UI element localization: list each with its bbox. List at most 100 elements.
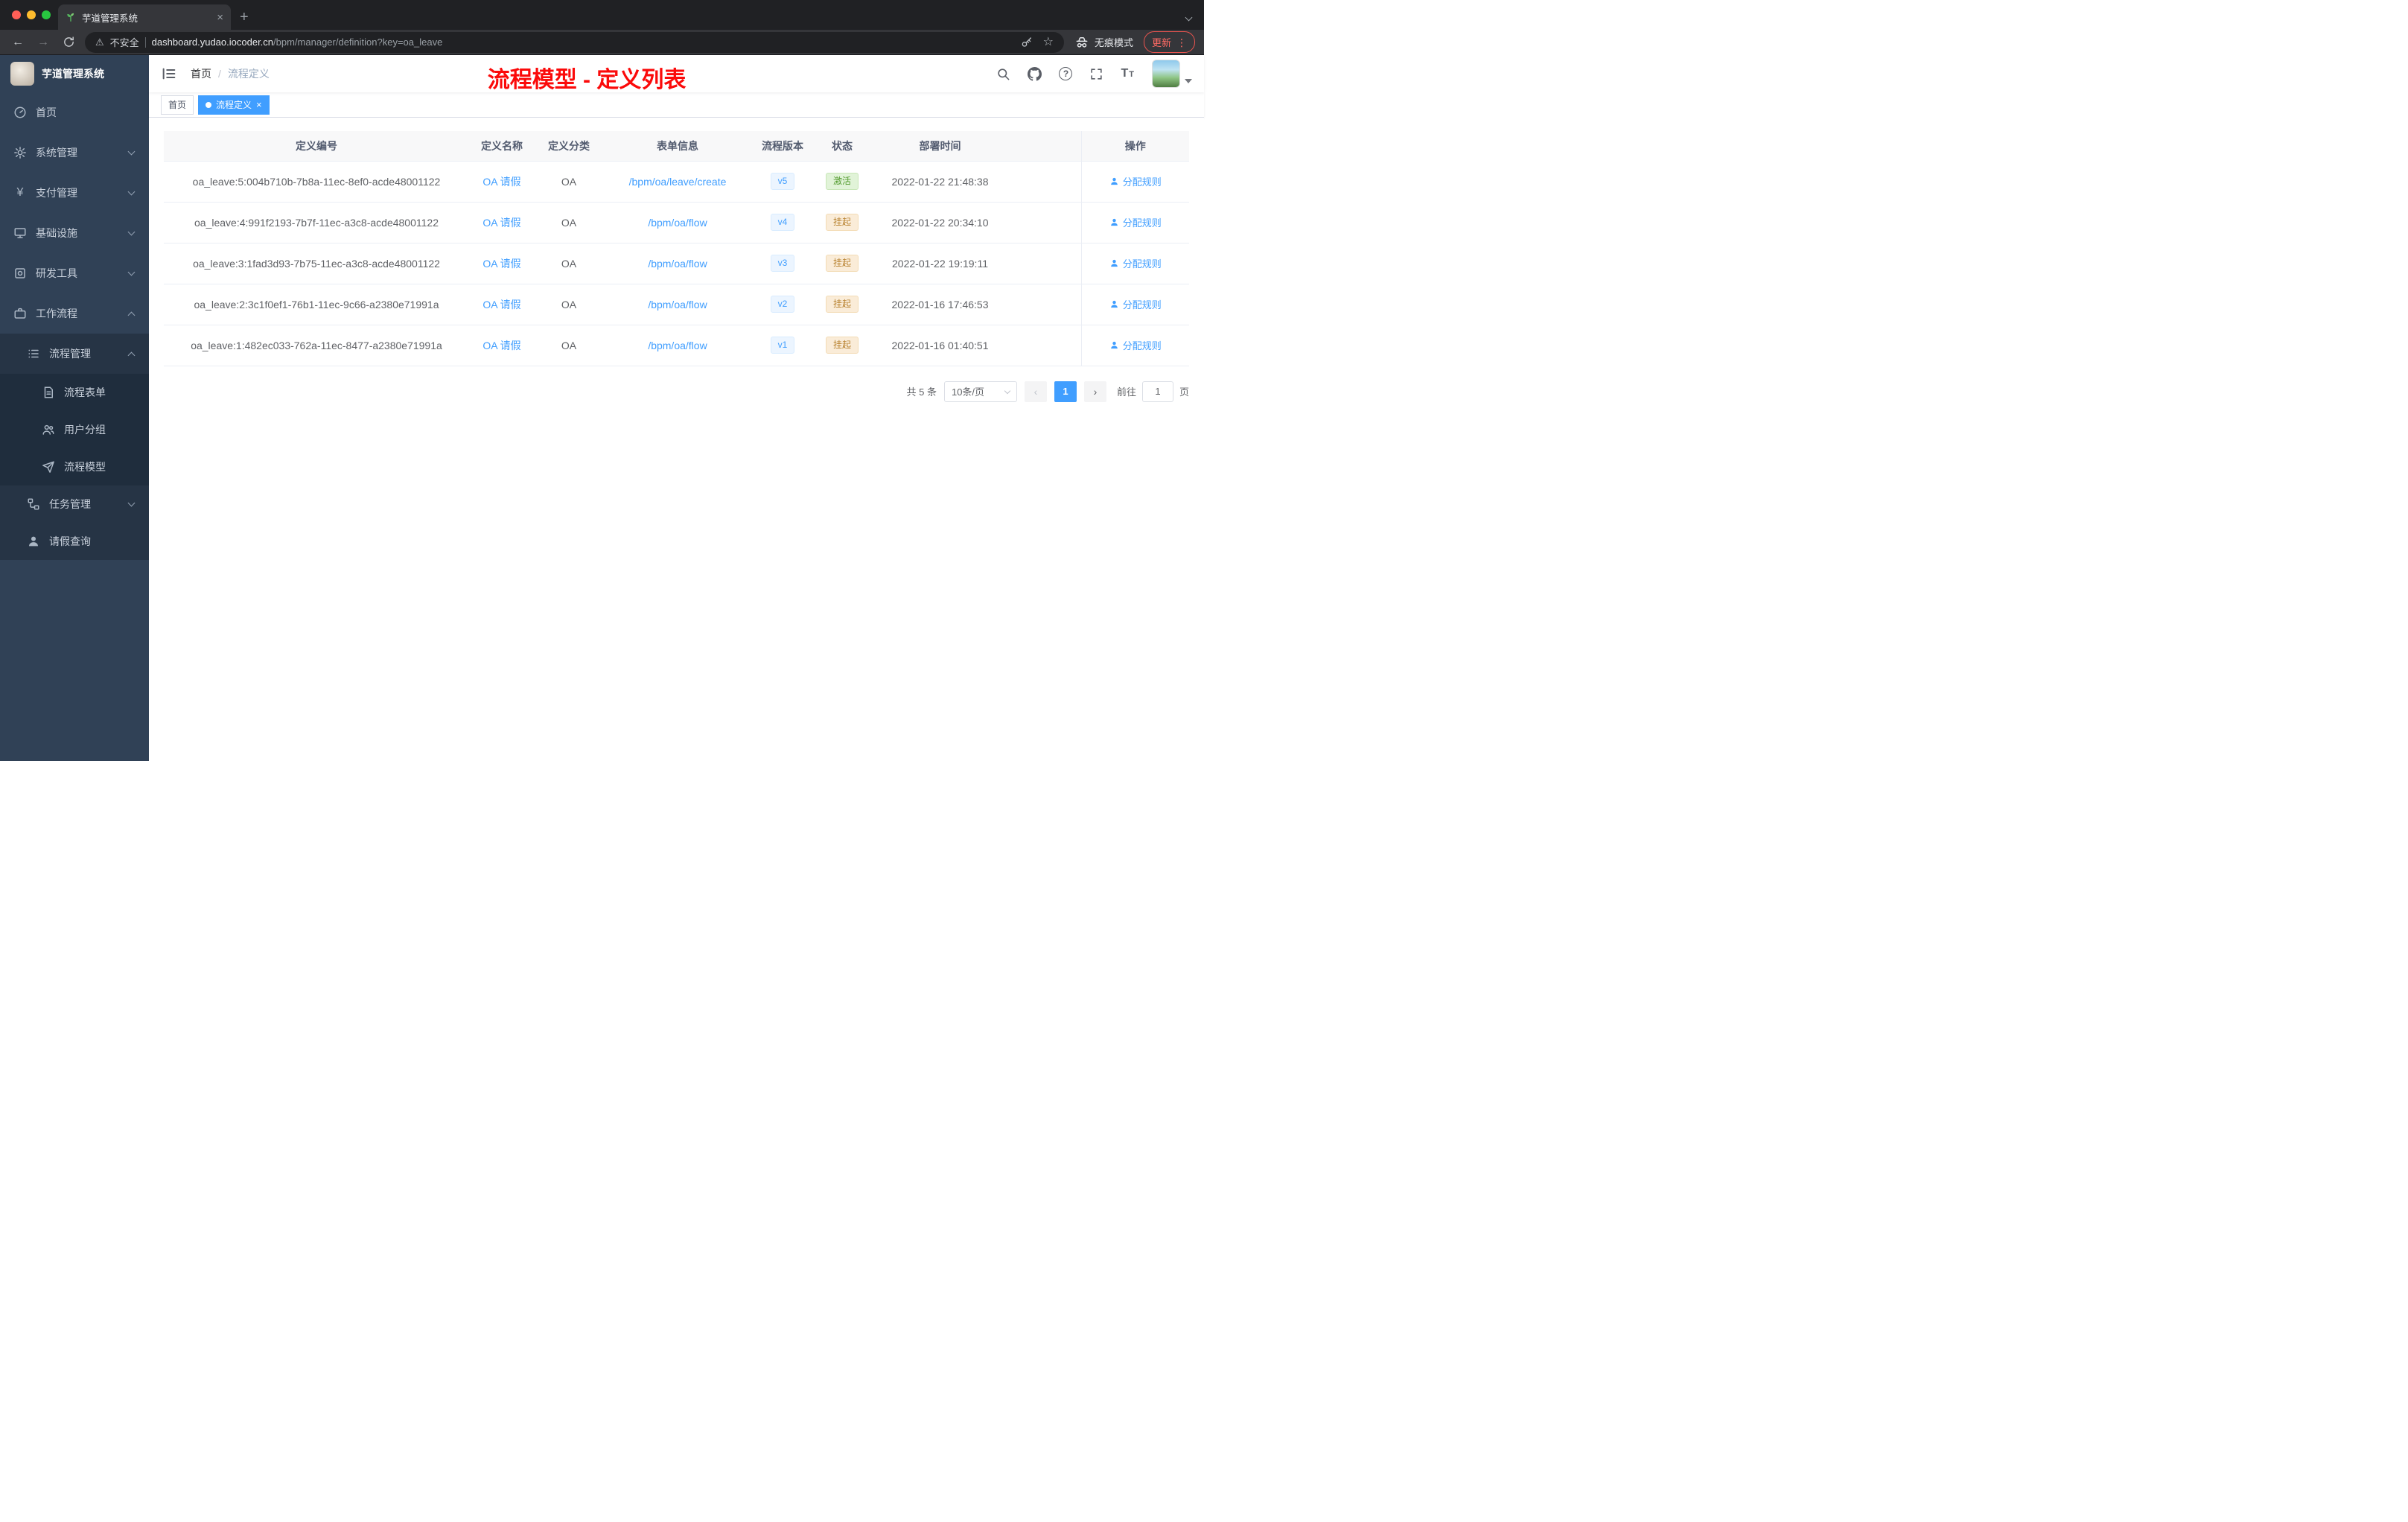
tab-close-icon[interactable]: × bbox=[217, 12, 223, 23]
sidebar-item-leave-query[interactable]: 请假查询 bbox=[0, 523, 149, 560]
sidebar-item-home[interactable]: 首页 bbox=[0, 92, 149, 133]
form-link[interactable]: /bpm/oa/flow bbox=[648, 258, 707, 270]
new-tab-button[interactable]: + bbox=[240, 10, 249, 25]
column-header-id: 定义编号 bbox=[164, 131, 469, 162]
assign-rule-button[interactable]: 分配规则 bbox=[1109, 215, 1162, 229]
back-button[interactable]: ← bbox=[9, 36, 27, 48]
incognito-badge: 无痕模式 bbox=[1074, 35, 1133, 50]
breadcrumb-current: 流程定义 bbox=[227, 68, 270, 80]
fullscreen-icon[interactable] bbox=[1089, 67, 1103, 81]
column-header-form: 表单信息 bbox=[603, 131, 752, 162]
sidebar-item-user-group[interactable]: 用户分组 bbox=[0, 411, 149, 448]
definition-name-link[interactable]: OA 请假 bbox=[482, 176, 520, 188]
security-label[interactable]: 不安全 bbox=[110, 35, 139, 49]
sidebar-logo[interactable]: 芋道管理系统 bbox=[0, 55, 149, 92]
password-key-icon[interactable] bbox=[1021, 36, 1033, 48]
sidebar-item-payment-management[interactable]: ¥ 支付管理 bbox=[0, 173, 149, 213]
font-size-icon[interactable]: TT bbox=[1121, 68, 1135, 80]
sidebar-toggle-hamburger-icon[interactable] bbox=[161, 66, 177, 82]
sidebar-item-infrastructure[interactable]: 基础设施 bbox=[0, 213, 149, 253]
assign-rule-button[interactable]: 分配规则 bbox=[1109, 256, 1162, 270]
chevron-up-icon bbox=[127, 351, 136, 360]
definition-name-link[interactable]: OA 请假 bbox=[482, 299, 520, 311]
version-tag[interactable]: v1 bbox=[770, 336, 795, 354]
version-tag[interactable]: v5 bbox=[770, 172, 795, 191]
cell-deploy-time: 2022-01-22 21:48:38 bbox=[871, 161, 1009, 203]
assign-rule-button[interactable]: 分配规则 bbox=[1109, 297, 1162, 311]
form-link[interactable]: /bpm/oa/flow bbox=[648, 340, 707, 351]
browser-menu-kebab-icon[interactable]: ⋮ bbox=[1176, 37, 1187, 48]
form-link[interactable]: /bpm/oa/flow bbox=[648, 217, 707, 229]
sidebar-item-system-management[interactable]: 系统管理 bbox=[0, 133, 149, 173]
avatar[interactable] bbox=[1152, 60, 1180, 88]
version-tag[interactable]: v2 bbox=[770, 295, 795, 313]
person-icon bbox=[1110, 300, 1118, 308]
browser-tab-strip: 芋道管理系统 × + bbox=[0, 0, 1204, 30]
search-icon[interactable] bbox=[996, 67, 1010, 81]
goto-page-input[interactable] bbox=[1141, 380, 1173, 402]
form-link[interactable]: /bpm/oa/flow bbox=[648, 299, 707, 311]
sidebar-item-process-management[interactable]: 流程管理 bbox=[0, 334, 149, 374]
address-bar[interactable]: ⚠ 不安全 dashboard.yudao.iocoder.cn/bpm/man… bbox=[85, 31, 1064, 53]
window-close-button[interactable] bbox=[12, 10, 21, 19]
column-header-filler bbox=[1009, 131, 1081, 162]
url-host: dashboard.yudao.iocoder.cn bbox=[151, 36, 274, 48]
paper-plane-icon bbox=[42, 460, 55, 474]
next-page-button[interactable]: › bbox=[1083, 380, 1106, 402]
pagination: 共 5 条 10条/页 ‹ 1 › 前往 页 bbox=[164, 380, 1189, 402]
sidebar-item-label: 请假查询 bbox=[49, 535, 91, 547]
definition-name-link[interactable]: OA 请假 bbox=[482, 258, 520, 270]
cell-filler bbox=[1009, 161, 1081, 203]
definition-name-link[interactable]: OA 请假 bbox=[482, 340, 520, 351]
breadcrumb-home[interactable]: 首页 bbox=[191, 66, 211, 81]
tag-close-icon[interactable]: × bbox=[256, 100, 262, 109]
sidebar-item-process-model[interactable]: 流程模型 bbox=[0, 448, 149, 485]
caret-down-icon bbox=[1185, 79, 1192, 83]
browser-toolbar: ← → ⚠ 不安全 dashboard.yudao.iocoder.cn/bpm… bbox=[0, 30, 1204, 55]
incognito-icon bbox=[1076, 36, 1088, 48]
page-number-button[interactable]: 1 bbox=[1054, 380, 1077, 402]
reload-button[interactable] bbox=[60, 36, 77, 48]
cell-deploy-time: 2022-01-16 01:40:51 bbox=[871, 325, 1009, 366]
forward-button[interactable]: → bbox=[34, 36, 52, 48]
tag-process-definition[interactable]: 流程定义 × bbox=[198, 95, 270, 115]
assign-rule-button[interactable]: 分配规则 bbox=[1109, 174, 1162, 188]
window-minimize-button[interactable] bbox=[27, 10, 36, 19]
sidebar-item-workflow[interactable]: 工作流程 bbox=[0, 293, 149, 334]
person-icon bbox=[1110, 218, 1118, 226]
url-text[interactable]: dashboard.yudao.iocoder.cn/bpm/manager/d… bbox=[152, 36, 443, 48]
dashboard-icon bbox=[13, 106, 27, 119]
window-zoom-button[interactable] bbox=[42, 10, 51, 19]
person-icon bbox=[27, 535, 40, 548]
security-warning-icon[interactable]: ⚠ bbox=[95, 36, 104, 48]
bookmark-star-icon[interactable]: ☆ bbox=[1043, 36, 1054, 48]
sidebar-item-label: 首页 bbox=[36, 106, 57, 118]
browser-window: 芋道管理系统 × + ← → ⚠ 不安全 dashboard.yudao.ioc… bbox=[0, 0, 1204, 761]
help-question-icon[interactable]: ? bbox=[1059, 67, 1073, 80]
tab-search-icon[interactable] bbox=[1185, 10, 1194, 22]
page-size-select[interactable]: 10条/页 bbox=[943, 380, 1017, 402]
column-header-action: 操作 bbox=[1080, 131, 1189, 162]
goto-unit: 页 bbox=[1179, 386, 1189, 398]
prev-page-button[interactable]: ‹ bbox=[1024, 380, 1047, 402]
sidebar-item-dev-tools[interactable]: 研发工具 bbox=[0, 253, 149, 293]
assign-rule-button[interactable]: 分配规则 bbox=[1109, 338, 1162, 352]
column-header-deploy-time: 部署时间 bbox=[871, 131, 1009, 162]
chevron-down-icon bbox=[127, 147, 136, 156]
version-tag[interactable]: v3 bbox=[770, 254, 795, 273]
browser-update-button[interactable]: 更新 ⋮ bbox=[1143, 31, 1195, 53]
browser-tab[interactable]: 芋道管理系统 × bbox=[58, 4, 231, 30]
user-avatar-menu[interactable] bbox=[1152, 60, 1192, 88]
cell-category: OA bbox=[535, 202, 603, 243]
window-controls bbox=[12, 10, 51, 19]
sidebar-item-label: 流程模型 bbox=[64, 461, 106, 473]
github-icon[interactable] bbox=[1028, 66, 1042, 81]
tag-home[interactable]: 首页 bbox=[161, 95, 194, 115]
version-tag[interactable]: v4 bbox=[770, 213, 795, 232]
form-link[interactable]: /bpm/oa/leave/create bbox=[629, 176, 727, 188]
sidebar-item-process-form[interactable]: 流程表单 bbox=[0, 374, 149, 411]
definition-name-link[interactable]: OA 请假 bbox=[482, 217, 520, 229]
chevron-up-icon bbox=[127, 311, 136, 319]
sidebar-item-task-management[interactable]: 任务管理 bbox=[0, 485, 149, 523]
update-label: 更新 bbox=[1151, 37, 1171, 48]
